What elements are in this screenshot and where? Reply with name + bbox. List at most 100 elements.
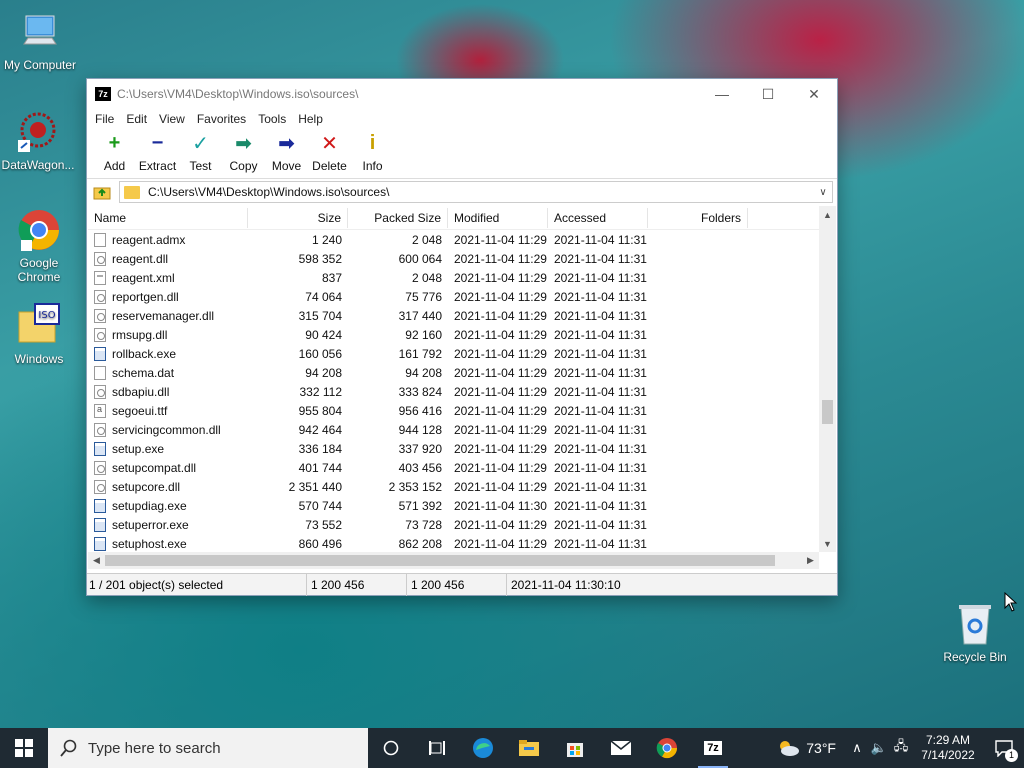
menu-bar: File Edit View Favorites Tools Help [87,109,837,129]
table-row[interactable]: setup.exe 336 184 337 920 2021-11-04 11:29 2… [88,439,836,458]
scroll-down-icon[interactable]: ▼ [819,535,836,552]
file-accessed: 2021-11-04 11:31 [554,536,647,551]
table-row[interactable]: servicingcommon.dll 942 464 944 128 2021-11… [88,420,836,439]
mail-icon[interactable] [598,728,644,768]
toolbar-move-button[interactable]: ➡ Move [265,131,308,174]
chrome-taskbar-icon[interactable] [644,728,690,768]
file-modified: 2021-11-04 11:29 [454,536,547,551]
table-row[interactable]: rollback.exe 160 056 161 792 2021-11-04 11:… [88,344,836,363]
column-size[interactable]: Size [248,207,348,228]
7zip-window[interactable]: 7z C:\Users\VM4\Desktop\Windows.iso\sour… [86,78,838,596]
file-packed-size: 92 160 [405,327,442,342]
desktop-icon-recycle-bin[interactable]: Recycle Bin [935,600,1015,664]
table-row[interactable]: reagent.admx 1 240 2 048 2021-11-04 11:29 20… [88,230,836,249]
column-headers: Name Size Packed Size Modified Accessed … [88,206,836,230]
action-center-button[interactable]: 1 [984,728,1024,768]
file-size: 2 351 440 [288,479,342,494]
table-row[interactable]: sdbapiu.dll 332 112 333 824 2021-11-04 11:2… [88,382,836,401]
recycle-bin-icon [951,600,999,648]
start-button[interactable] [0,728,48,768]
desktop-icon-my-computer[interactable]: My Computer [0,8,80,72]
desktop-icon-google-chrome[interactable]: Google Chrome [0,206,79,284]
table-row[interactable]: reservemanager.dll 315 704 317 440 2021-11-… [88,306,836,325]
table-row[interactable]: reportgen.dll 74 064 75 776 2021-11-04 11:2… [88,287,836,306]
7zip-taskbar-icon[interactable]: 7z [690,728,736,768]
desktop-icon-windows-iso[interactable]: ISO Windows [0,302,79,366]
file-modified: 2021-11-04 11:29 [454,346,547,361]
cortana-icon[interactable] [368,728,414,768]
task-view-icon[interactable] [414,728,460,768]
menu-favorites[interactable]: Favorites [191,112,252,126]
column-modified[interactable]: Modified [448,207,548,228]
toolbar-test-button[interactable]: ✓ Test [179,131,222,174]
menu-file[interactable]: File [89,112,120,126]
file-name: sdbapiu.dll [112,384,170,399]
table-row[interactable]: setupcompat.dll 401 744 403 456 2021-11-04 … [88,458,836,477]
table-row[interactable]: setupdiag.exe 570 744 571 392 2021-11-04 11… [88,496,836,515]
close-button[interactable]: ✕ [791,79,837,109]
toolbar-button-label: Test [189,159,212,173]
scroll-up-icon[interactable]: ▲ [819,206,836,223]
file-accessed: 2021-11-04 11:31 [554,365,647,380]
horizontal-scroll-thumb[interactable] [105,555,775,566]
taskbar-search-box[interactable]: Type here to search [48,728,368,768]
file-modified: 2021-11-04 11:29 [454,384,547,399]
table-row[interactable]: setuperror.exe 73 552 73 728 2021-11-04 11:… [88,515,836,534]
column-packed-size[interactable]: Packed Size [348,207,448,228]
file-name: setup.exe [112,441,165,456]
address-text[interactable]: C:\Users\VM4\Desktop\Windows.iso\sources… [148,185,814,199]
menu-view[interactable]: View [153,112,191,126]
vertical-scrollbar[interactable]: ▲ ▼ [819,206,836,552]
column-name[interactable]: Name [88,207,248,228]
toolbar-delete-button[interactable]: ✕ Delete [308,131,351,174]
scroll-right-icon[interactable]: ▶ [802,555,819,566]
7zip-taskbar-label: 7z [704,741,722,755]
edge-icon[interactable] [460,728,506,768]
folder-up-icon [93,187,111,200]
title-bar[interactable]: 7z C:\Users\VM4\Desktop\Windows.iso\sour… [87,79,837,109]
chevron-up-icon[interactable]: ∧ [846,740,868,756]
table-row[interactable]: reagent.xml 837 2 048 2021-11-04 11:29 2021-… [88,268,836,287]
microsoft-store-icon[interactable] [552,728,598,768]
row-name-cell: rmsupg.dll [88,327,248,342]
minimize-button[interactable]: — [699,79,745,109]
file-packed-size: 317 440 [398,308,442,323]
file-name: reportgen.dll [112,289,179,304]
maximize-button[interactable]: ☐ [745,79,791,109]
column-folders[interactable]: Folders [648,207,748,228]
toolbar-copy-button[interactable]: ➡ Copy [222,131,265,174]
network-icon[interactable]: 🖧 [890,737,912,759]
scroll-left-icon[interactable]: ◀ [88,555,105,566]
vertical-scroll-thumb[interactable] [822,400,833,424]
toolbar-add-button[interactable]: + Add [93,131,136,174]
toolbar-info-button[interactable]: i Info [351,131,394,174]
table-row[interactable]: rmsupg.dll 90 424 92 160 2021-11-04 11:29 20… [88,325,836,344]
file-accessed: 2021-11-04 11:31 [554,270,647,285]
taskbar-clock[interactable]: 7:29 AM 7/14/2022 [912,733,984,763]
chevron-down-icon[interactable]: ∨ [814,187,832,198]
desktop-icon-label: Windows [14,352,64,366]
row-name-cell: reportgen.dll [88,289,248,304]
toolbar-extract-button[interactable]: − Extract [136,131,179,174]
volume-muted-icon[interactable]: 🔈 [868,740,890,756]
horizontal-scrollbar[interactable]: ◀ ▶ [88,552,819,569]
file-explorer-icon[interactable] [506,728,552,768]
table-row[interactable]: reagent.dll 598 352 600 064 2021-11-04 11:2… [88,249,836,268]
weather-widget[interactable]: 73°F [776,739,836,757]
menu-edit[interactable]: Edit [120,112,153,126]
file-modified: 2021-11-04 11:29 [454,232,547,247]
exe-file-icon [94,441,106,456]
file-modified: 2021-11-04 11:29 [454,289,547,304]
column-accessed[interactable]: Accessed [548,207,648,228]
table-row[interactable]: setuphost.exe 860 496 862 208 2021-11-04 11… [88,534,836,552]
table-row[interactable]: schema.dat 94 208 94 208 2021-11-04 11:29 20… [88,363,836,382]
address-bar[interactable]: C:\Users\VM4\Desktop\Windows.iso\sources… [119,181,833,203]
menu-help[interactable]: Help [292,112,329,126]
up-folder-button[interactable] [91,181,113,203]
file-name: rollback.exe [112,346,177,361]
desktop-icon-datawagon[interactable]: DataWagon... [0,108,78,172]
table-row[interactable]: setupcore.dll 2 351 440 2 353 152 2021-11-0… [88,477,836,496]
menu-tools[interactable]: Tools [252,112,292,126]
table-row[interactable]: segoeui.ttf 955 804 956 416 2021-11-04 11:2… [88,401,836,420]
row-name-cell: setuperror.exe [88,517,248,532]
